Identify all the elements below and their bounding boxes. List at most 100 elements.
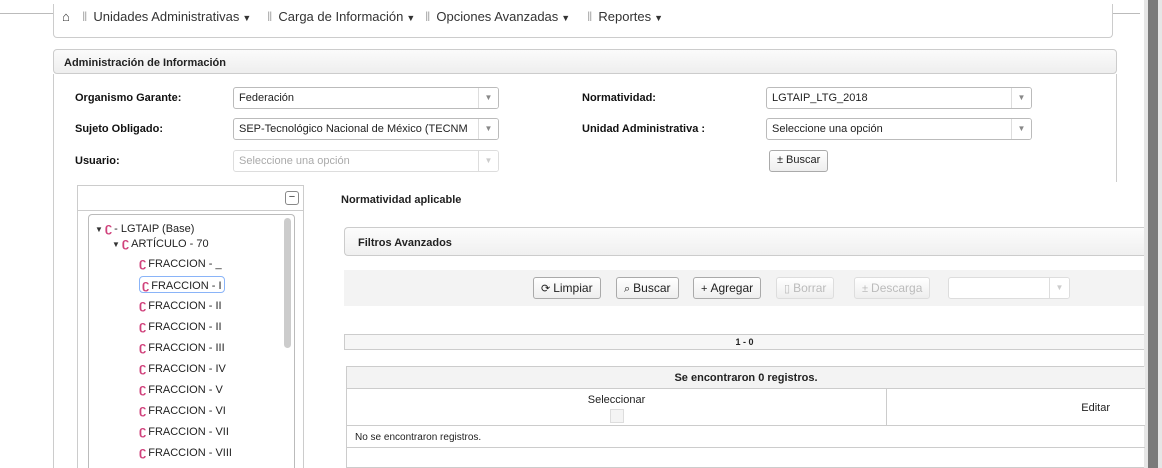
- tree-node-fraccion[interactable]: ʗ FRACCION - VI: [139, 402, 226, 417]
- node-icon: ʗ: [139, 444, 147, 459]
- chevron-down-icon: ▼: [654, 13, 664, 23]
- tree-node-fraccion[interactable]: ʗ FRACCION - II: [139, 297, 222, 312]
- nav-carga-de-informacion[interactable]: ‖ Carga de Información ▼: [267, 9, 415, 24]
- tree-node-label: FRACCION - III: [148, 342, 225, 354]
- nav-reportes[interactable]: ‖ Reportes ▼: [587, 9, 663, 24]
- tree-container: ▼ ʗ - LGTAIP (Base) ▼ ʗ ARTÍCULO - 70 ʗ FRACC…: [88, 214, 295, 468]
- agregar-button[interactable]: + Agregar: [693, 277, 762, 299]
- chevron-down-icon: ▼: [1011, 119, 1031, 139]
- usuario-select[interactable]: Seleccione una opción ▼: [233, 150, 499, 172]
- agregar-label: Agregar: [710, 281, 754, 295]
- empty-message: No se encontraron registros.: [347, 426, 1145, 448]
- tree-header: −: [78, 186, 303, 211]
- normatividad-label: Normatividad:: [582, 92, 656, 104]
- tree-node-fraccion[interactable]: ʗ FRACCION - IV: [139, 360, 226, 375]
- descarga-format-select[interactable]: ▼: [948, 277, 1070, 299]
- descarga-label: Descarga: [871, 281, 923, 295]
- nav-unidades-administrativas[interactable]: ‖ Unidades Administrativas ▼: [82, 9, 251, 24]
- node-icon: ʗ: [139, 360, 147, 375]
- tree-node-fraccion[interactable]: ʗ FRACCION - _: [139, 255, 222, 270]
- organismo-value: Federación: [239, 92, 295, 104]
- organismo-select[interactable]: Federación ▼: [233, 87, 499, 109]
- normatividad-select[interactable]: LGTAIP_LTG_2018 ▼: [766, 87, 1032, 109]
- scrollbar-thumb[interactable]: [1148, 0, 1158, 468]
- chevron-down-icon: ▼: [242, 13, 252, 23]
- tree-node-fraccion[interactable]: ʗ FRACCION - VII: [139, 423, 229, 438]
- node-icon: ʗ: [139, 339, 147, 354]
- expand-down-icon[interactable]: ▼: [112, 240, 120, 249]
- nav-opciones-avanzadas[interactable]: ‖ Opciones Avanzadas ▼: [425, 9, 570, 24]
- normatividad-aplicable-title: Normatividad aplicable: [341, 194, 462, 206]
- node-icon: ʗ: [139, 402, 147, 417]
- buscar-grid-label: Buscar: [633, 281, 671, 295]
- tree-node-fraccion[interactable]: ʗ FRACCION - II: [139, 318, 222, 333]
- unidad-value: Seleccione una opción: [772, 123, 883, 135]
- column-editar[interactable]: Editar: [888, 389, 1145, 425]
- chevron-down-icon: ▼: [478, 88, 498, 108]
- node-icon: ʗ: [139, 297, 147, 312]
- column-label: Seleccionar: [587, 394, 646, 406]
- tree-scrollbar[interactable]: [284, 218, 291, 348]
- unidad-select[interactable]: Seleccione una opción ▼: [766, 118, 1032, 140]
- panel-border: [53, 74, 54, 468]
- borrar-button[interactable]: ▯ Borrar: [776, 277, 835, 299]
- borrar-label: Borrar: [793, 281, 827, 295]
- column-seleccionar[interactable]: Seleccionar: [347, 389, 887, 425]
- download-icon: ±: [862, 283, 869, 295]
- sujeto-select[interactable]: SEP-Tecnológico Nacional de México (TECN…: [233, 118, 499, 140]
- chevron-down-icon: ▼: [561, 13, 571, 23]
- grid-toolbar: ⟳ Limpiar ⌕ Buscar + Agregar ▯ Borrar ± Desca…: [344, 270, 1144, 306]
- buscar-button[interactable]: ± Buscar: [769, 150, 829, 172]
- organismo-label: Organismo Garante:: [75, 92, 182, 104]
- expand-down-icon[interactable]: ▼: [95, 225, 103, 234]
- tree-node-label: FRACCION - II: [148, 321, 222, 333]
- trash-icon: ▯: [784, 283, 791, 295]
- node-icon: ʗ: [139, 318, 147, 333]
- sujeto-value: SEP-Tecnológico Nacional de México (TECN…: [239, 123, 468, 135]
- pager: 1 - 0: [344, 334, 1144, 350]
- page-scrollbar[interactable]: [1144, 0, 1162, 468]
- home-icon[interactable]: ⌂: [62, 9, 70, 24]
- nav-label: Unidades Administrativas: [93, 9, 240, 24]
- tree-node-fraccion[interactable]: ʗ FRACCION - III: [139, 339, 225, 354]
- node-icon: ʗ: [104, 220, 113, 235]
- normatividad-value: LGTAIP_LTG_2018: [772, 92, 868, 104]
- buscar-grid-button[interactable]: ⌕ Buscar: [616, 277, 679, 299]
- unidad-label: Unidad Administrativa :: [582, 123, 706, 135]
- tree-node-root[interactable]: ▼ ʗ - LGTAIP (Base): [95, 220, 194, 235]
- sujeto-label: Sujeto Obligado:: [75, 123, 163, 135]
- tree-node-label: FRACCION - VI: [148, 405, 226, 417]
- grid-caption: Se encontraron 0 registros.: [347, 367, 1145, 389]
- chevron-down-icon: ▼: [406, 13, 416, 23]
- search-icon: ⌕: [624, 283, 631, 295]
- tree-node-label: FRACCION - V: [148, 384, 223, 396]
- tree-node-fraccion[interactable]: ʗ FRACCION - VIII: [139, 444, 232, 459]
- main-navbar: ⌂ ‖ Unidades Administrativas ▼ ‖ Carga de I…: [53, 4, 1113, 38]
- tree-node-fraccion[interactable]: ʗ FRACCION - V: [139, 381, 223, 396]
- tree-node-label: FRACCION - I: [151, 280, 222, 292]
- node-icon: ʗ: [139, 255, 147, 270]
- usuario-label: Usuario:: [75, 155, 120, 167]
- tree-node-fraccion[interactable]: ʗ FRACCION - I: [139, 276, 225, 293]
- descarga-button[interactable]: ± Descarga: [854, 277, 931, 299]
- node-icon: ʗ: [139, 423, 147, 438]
- select-all-checkbox[interactable]: [609, 409, 624, 423]
- tree-node-label: - LGTAIP (Base): [114, 223, 195, 235]
- tree-node-article[interactable]: ▼ ʗ ARTÍCULO - 70: [112, 235, 209, 250]
- chevron-down-icon: ▼: [478, 119, 498, 139]
- node-icon: ʗ: [142, 277, 150, 292]
- node-icon: ʗ: [139, 381, 147, 396]
- nav-label: Reportes: [598, 9, 652, 24]
- filtros-avanzados-header[interactable]: Filtros Avanzados: [344, 227, 1144, 256]
- tree-node-label: ARTÍCULO - 70: [131, 238, 209, 250]
- tree-node-label: FRACCION - VII: [148, 426, 229, 438]
- grid-header-row: Seleccionar Editar: [347, 389, 1145, 426]
- nav-label: Carga de Información: [278, 9, 404, 24]
- tree-node-label: FRACCION - IV: [148, 363, 226, 375]
- collapse-button[interactable]: −: [285, 191, 299, 205]
- panel-title: Administración de Información: [53, 49, 1117, 74]
- chevron-down-icon: ▼: [1049, 278, 1069, 298]
- limpiar-button[interactable]: ⟳ Limpiar: [533, 277, 601, 299]
- panel-border: [1116, 74, 1117, 182]
- usuario-value: Seleccione una opción: [239, 155, 350, 167]
